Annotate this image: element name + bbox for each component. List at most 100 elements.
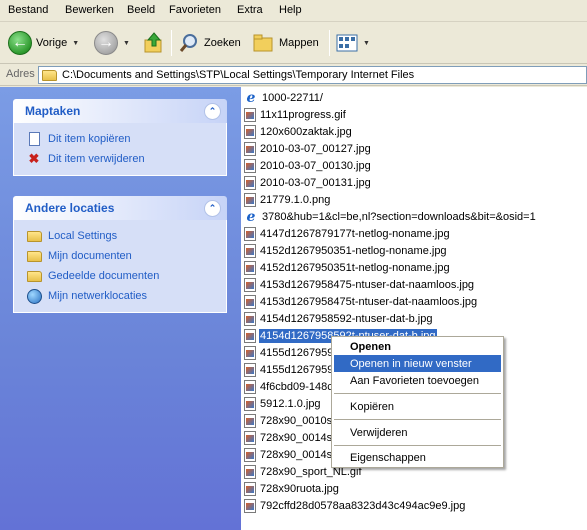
tasks-panel-header[interactable]: Maptaken ⌃	[13, 99, 227, 123]
collapse-icon[interactable]: ⌃	[204, 200, 221, 217]
file-name: 2010-03-07_00130.jpg	[260, 159, 371, 172]
image-file-icon	[244, 226, 256, 241]
ie-icon: e	[246, 89, 256, 106]
network-globe-icon	[26, 288, 42, 304]
file-row[interactable]: 792cffd28d0578aa8323d43c494ac9e9.jpg	[244, 497, 466, 514]
file-name: 21779.1.0.png	[260, 193, 331, 206]
back-button[interactable]: ← Vorige ▼	[8, 28, 79, 58]
file-row[interactable]: 4152d1267950351t-netlog-noname.jpg	[244, 259, 451, 276]
file-row[interactable]: 2010-03-07_00130.jpg	[244, 157, 372, 174]
file-row[interactable]: 4147d1267879177t-netlog-noname.jpg	[244, 225, 451, 242]
file-row[interactable]: 2010-03-07_00131.jpg	[244, 174, 372, 191]
location-my-documents-label: Mijn documenten	[48, 250, 132, 262]
task-copy-item[interactable]: Dit item kopiëren	[26, 129, 216, 149]
up-folder-button[interactable]	[143, 28, 165, 58]
image-file-icon	[244, 243, 256, 258]
file-name: 4153d1267958475-ntuser-dat-naamloos.jpg	[260, 278, 475, 291]
file-name: 4155d1267959	[260, 346, 334, 359]
menu-bewerken[interactable]: Bewerken	[65, 4, 114, 16]
file-name: 792cffd28d0578aa8323d43c494ac9e9.jpg	[260, 499, 466, 512]
folder-icon	[26, 228, 42, 244]
ctx-open-new-window[interactable]: Openen in nieuw venster	[334, 355, 501, 372]
file-name: 4147d1267879177t-netlog-noname.jpg	[260, 227, 450, 240]
ctx-add-favorites[interactable]: Aan Favorieten toevoegen	[334, 372, 501, 389]
file-name: 4155d1267959	[260, 363, 334, 376]
collapse-icon[interactable]: ⌃	[204, 103, 221, 120]
ctx-properties[interactable]: Eigenschappen	[334, 449, 501, 466]
locations-panel-header[interactable]: Andere locaties ⌃	[13, 196, 227, 220]
file-row[interactable]: 4152d1267950351-netlog-noname.jpg	[244, 242, 448, 259]
toolbar: ← Vorige ▼ → ▼ Zoeken Mappen ▼	[0, 22, 587, 64]
views-icon	[336, 34, 358, 52]
file-row[interactable]: e 3780&hub=1&cl=be,nl?section=downloads&b…	[244, 208, 537, 225]
address-path: C:\Documents and Settings\STP\Local Sett…	[62, 69, 415, 81]
folders-button[interactable]: Mappen	[253, 28, 319, 58]
image-file-icon	[244, 124, 256, 139]
image-file-icon	[244, 413, 256, 428]
ie-icon: e	[246, 208, 256, 225]
image-file-icon	[244, 430, 256, 445]
location-network-places[interactable]: Mijn netwerklocaties	[26, 286, 216, 306]
image-file-icon	[244, 498, 256, 513]
file-row[interactable]: 4155d1267959	[244, 361, 334, 378]
folders-label: Mappen	[279, 37, 319, 49]
file-row[interactable]: 4153d1267958475-ntuser-dat-naamloos.jpg	[244, 276, 475, 293]
image-file-icon	[244, 141, 256, 156]
image-file-icon	[244, 260, 256, 275]
ctx-separator	[334, 419, 501, 420]
menu-beeld[interactable]: Beeld	[127, 4, 155, 16]
file-name: 728x90_0014s	[260, 448, 333, 461]
chevron-down-icon[interactable]: ▼	[72, 40, 79, 47]
file-row[interactable]: 728x90_0010s	[244, 412, 333, 429]
menu-bestand[interactable]: Bestand	[8, 4, 48, 16]
file-name: 728x90_0014s	[260, 431, 333, 444]
search-button[interactable]: Zoeken	[178, 28, 241, 58]
file-row[interactable]: 4155d1267959	[244, 344, 334, 361]
folders-icon	[253, 34, 273, 52]
address-bar: Adres C:\Documents and Settings\STP\Loca…	[0, 64, 587, 86]
task-delete-item[interactable]: ✖ Dit item verwijderen	[26, 149, 216, 169]
locations-panel-body: Local Settings Mijn documenten Gedeelde …	[13, 220, 227, 313]
file-row[interactable]: 4154d1267958592-ntuser-dat-b.jpg	[244, 310, 433, 327]
file-name: 728x90_0010s	[260, 414, 333, 427]
menu-extra[interactable]: Extra	[237, 4, 263, 16]
file-name: 120x600zaktak.jpg	[260, 125, 352, 138]
image-file-icon	[244, 107, 256, 122]
file-name: 4154d1267958592-ntuser-dat-b.jpg	[260, 312, 433, 325]
ctx-delete[interactable]: Verwijderen	[334, 424, 501, 441]
file-row[interactable]: 728x90_0014s	[244, 429, 333, 446]
file-row[interactable]: 11x11progress.gif	[244, 106, 347, 123]
image-file-icon	[244, 175, 256, 190]
locations-panel-title: Andere locaties	[25, 201, 115, 215]
tasks-panel-body: Dit item kopiëren ✖ Dit item verwijderen	[13, 123, 227, 176]
file-name: 3780&hub=1&cl=be,nl?section=downloads&bi…	[262, 210, 536, 223]
file-row[interactable]: 728x90ruota.jpg	[244, 480, 340, 497]
file-row[interactable]: 5912.1.0.jpg	[244, 395, 322, 412]
location-local-settings[interactable]: Local Settings	[26, 226, 216, 246]
file-row[interactable]: 21779.1.0.png	[244, 191, 331, 208]
locations-panel: Andere locaties ⌃ Local Settings Mijn do…	[13, 196, 227, 313]
file-row[interactable]: 4f6cbd09-148c	[244, 378, 334, 395]
file-name: 4152d1267950351t-netlog-noname.jpg	[260, 261, 450, 274]
forward-arrow-icon: →	[94, 31, 118, 55]
image-file-icon	[244, 345, 256, 360]
chevron-down-icon[interactable]: ▼	[363, 40, 370, 47]
file-row[interactable]: 4153d1267958475t-ntuser-dat-naamloos.jpg	[244, 293, 478, 310]
file-name: 4152d1267950351-netlog-noname.jpg	[260, 244, 447, 257]
file-row[interactable]: 120x600zaktak.jpg	[244, 123, 353, 140]
forward-button[interactable]: → ▼	[94, 28, 130, 58]
task-copy-label: Dit item kopiëren	[48, 133, 131, 145]
chevron-down-icon[interactable]: ▼	[123, 40, 130, 47]
search-icon	[179, 34, 197, 52]
location-my-documents[interactable]: Mijn documenten	[26, 246, 216, 266]
location-shared-documents[interactable]: Gedeelde documenten	[26, 266, 216, 286]
file-row[interactable]: e 1000-22711/	[244, 89, 324, 106]
menu-help[interactable]: Help	[279, 4, 302, 16]
address-input[interactable]: C:\Documents and Settings\STP\Local Sett…	[38, 66, 587, 84]
ctx-copy[interactable]: Kopiëren	[334, 398, 501, 415]
file-row[interactable]: 728x90_0014s	[244, 446, 333, 463]
menu-favorieten[interactable]: Favorieten	[169, 4, 221, 16]
file-row[interactable]: 2010-03-07_00127.jpg	[244, 140, 372, 157]
views-button[interactable]: ▼	[336, 28, 370, 58]
ctx-open[interactable]: Openen	[334, 338, 501, 355]
